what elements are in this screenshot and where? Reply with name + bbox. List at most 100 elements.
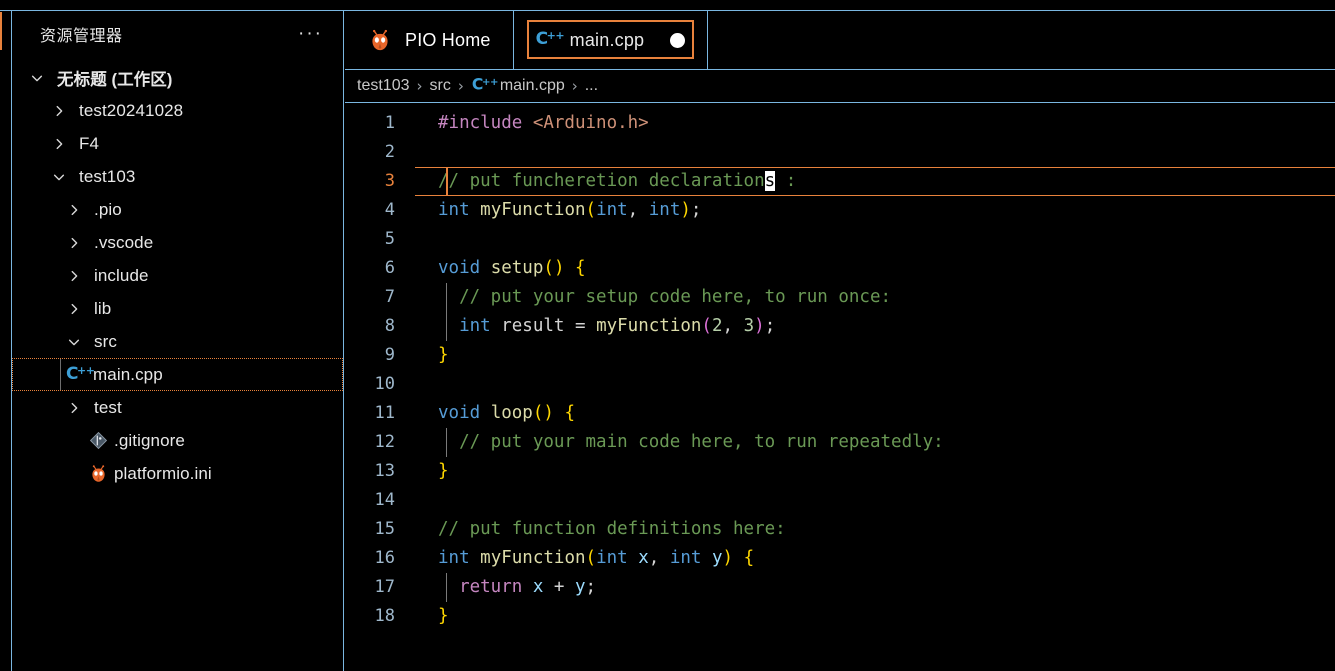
code-editor[interactable]: 1 #include <Arduino.h> 2 3// put funchereti… (345, 103, 1335, 671)
code-line[interactable]: 2 (345, 138, 1335, 167)
code-token: setup (490, 258, 544, 278)
line-number: 11 (374, 403, 395, 423)
line-number: 3 (384, 171, 395, 191)
line-number: 1 (384, 113, 395, 133)
chevron-right-icon[interactable] (63, 302, 85, 316)
chevron-down-icon[interactable] (26, 71, 48, 85)
code-token: x (532, 577, 544, 597)
code-token: void (438, 403, 481, 423)
code-token: ( (701, 316, 712, 336)
editor-tab[interactable]: PIO Home (345, 11, 514, 69)
code-line[interactable]: 4 int myFunction(int, int); (345, 196, 1335, 225)
explorer-header: 资源管理器 ··· (12, 11, 343, 57)
folder-tree-item[interactable]: lib (12, 292, 343, 325)
tree-item-label: F4 (79, 133, 100, 153)
code-line[interactable]: 15 // put function definitions here: (345, 515, 1335, 544)
code-token: ) (722, 548, 734, 568)
code-line[interactable]: 17 return x + y; (345, 573, 1335, 602)
code-line[interactable]: 18} (345, 602, 1335, 631)
ellipsis-icon[interactable]: ··· (296, 24, 325, 43)
file-tree-item[interactable]: C ++ main.cpp (12, 358, 343, 391)
line-number: 6 (384, 258, 395, 278)
file-icon-slot (85, 431, 111, 450)
chevron-right-icon[interactable] (48, 104, 70, 118)
code-token: // put funcheretion declaration (438, 171, 765, 191)
folder-tree-item[interactable]: test20241028 (12, 94, 343, 127)
breadcrumb-item[interactable]: ... (585, 77, 598, 95)
code-token: int (438, 548, 470, 568)
chevron-right-icon[interactable] (48, 137, 70, 151)
code-token: 2 (711, 316, 723, 336)
folder-tree-item[interactable]: test103 (12, 160, 343, 193)
tab-bar-empty-space (708, 11, 1335, 69)
folder-tree-item[interactable]: test (12, 391, 343, 424)
code-line[interactable]: 11 void loop() { (345, 399, 1335, 428)
indent-guide (446, 312, 447, 341)
code-line[interactable]: 12 // put your main code here, to run re… (345, 428, 1335, 457)
tree-item-label: src (94, 331, 117, 351)
code-line-text: } (405, 341, 1335, 370)
chevron-down-icon[interactable] (63, 335, 85, 349)
code-line[interactable]: 14 (345, 486, 1335, 515)
code-line[interactable]: 1 #include <Arduino.h> (345, 109, 1335, 138)
code-token: ( (543, 258, 554, 278)
file-icon-slot (85, 463, 111, 484)
tree-item-label: platformio.ini (114, 463, 212, 483)
vscode-window: 资源管理器 ··· 无标题 (工作区) test20241028 F4 test103… (0, 0, 1335, 671)
code-line[interactable]: 9} (345, 341, 1335, 370)
code-line[interactable]: 6 void setup() { (345, 254, 1335, 283)
chevron-right-icon[interactable] (63, 203, 85, 217)
editor-tab[interactable]: C ++ main.cpp (514, 11, 709, 69)
code-line[interactable]: 13} (345, 457, 1335, 486)
chevron-right-icon: › (416, 77, 423, 95)
code-token: y (575, 577, 586, 597)
folder-tree-item[interactable]: .pio (12, 193, 343, 226)
chevron-down-icon[interactable] (48, 170, 70, 184)
chevron-right-icon[interactable] (63, 269, 85, 283)
code-token: ( (532, 403, 544, 423)
chevron-right-icon[interactable] (63, 401, 85, 415)
line-number: 9 (384, 345, 395, 365)
breadcrumb-item[interactable]: src (429, 77, 450, 95)
folder-tree-item[interactable]: src (12, 325, 343, 358)
code-line[interactable]: 7 // put your setup code here, to run on… (345, 283, 1335, 312)
chevron-right-icon[interactable] (63, 236, 85, 250)
folder-tree-item[interactable]: 无标题 (工作区) (12, 61, 343, 94)
line-number: 12 (374, 432, 395, 452)
code-token: // put your setup code here, to run once… (438, 287, 892, 307)
code-token: ) (754, 316, 765, 336)
folder-tree-item[interactable]: F4 (12, 127, 343, 160)
code-line-text: } (405, 457, 1335, 486)
code-line-text: void loop() { (405, 399, 1335, 428)
tree-item-label: .vscode (94, 232, 154, 252)
code-line[interactable]: 10 (345, 370, 1335, 399)
code-line[interactable]: 16 int myFunction(int x, int y) { (345, 544, 1335, 573)
code-line-text: int result = myFunction(2, 3); (405, 312, 1335, 341)
breadcrumb-item[interactable]: test103 (357, 77, 409, 95)
file-tree-item[interactable]: platformio.ini (12, 457, 343, 490)
folder-tree-item[interactable]: include (12, 259, 343, 292)
code-token: + (543, 577, 575, 597)
code-token: , (722, 316, 744, 336)
folder-tree-item[interactable]: .vscode (12, 226, 343, 259)
code-line[interactable]: 3 // put funcheretion declarations : (345, 167, 1335, 196)
tree-item-label: test20241028 (79, 100, 184, 120)
tab-dirty-indicator[interactable] (670, 32, 686, 48)
breadcrumb-item[interactable]: C ++ main.cpp (471, 75, 565, 95)
cpp-file-icon: C ++ (471, 75, 499, 95)
code-token: int (438, 200, 470, 220)
breadcrumb-label: test103 (357, 77, 410, 94)
code-line[interactable]: 8 int result = myFunction(2, 3); (345, 312, 1335, 341)
code-line[interactable]: 5 (345, 225, 1335, 254)
line-number: 17 (374, 577, 395, 597)
code-token: // put your main code here, to run repea… (438, 432, 944, 452)
file-tree-item[interactable]: .gitignore (12, 424, 343, 457)
